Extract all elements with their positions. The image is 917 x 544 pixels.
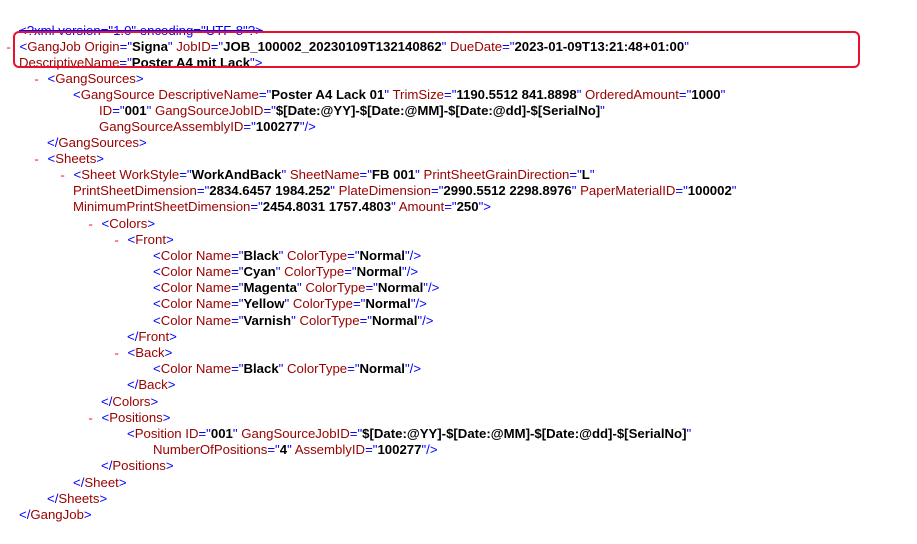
position-line: <Position ID="001" GangSourceJobID="$[Da… xyxy=(127,426,692,441)
positions-open-line: - <Positions> xyxy=(87,410,171,426)
front-close-line: </Front> xyxy=(127,329,177,344)
colors-close-line: </Colors> xyxy=(101,394,159,409)
gangsource-line: <GangSource DescriptiveName="Poster A4 L… xyxy=(73,87,726,102)
front-open-line: - <Front> xyxy=(113,232,174,248)
front-color-line: <Color Name="Black" ColorType="Normal"/> xyxy=(153,248,422,263)
collapse-toggle-gangsources[interactable]: - xyxy=(33,73,40,87)
sheets-close-line: </Sheets> xyxy=(47,491,108,506)
colors-open-line: - <Colors> xyxy=(87,216,156,232)
gangsources-close-line: </GangSources> xyxy=(47,135,147,150)
collapse-toggle-gangjob[interactable]: - xyxy=(5,41,12,55)
gangsource-line-cont: ID="001" GangSourceJobID="$[Date:@YY]-$[… xyxy=(99,103,605,118)
front-color-line: <Color Name="Magenta" ColorType="Normal"… xyxy=(153,280,440,295)
gangsources-open-line: - <GangSources> xyxy=(33,71,144,87)
sheet-close-line: </Sheet> xyxy=(73,475,127,490)
positions-close-line: </Positions> xyxy=(101,458,174,473)
position-line-cont: NumberOfPositions="4" AssemblyID="100277… xyxy=(153,442,438,457)
back-close-line: </Back> xyxy=(127,377,176,392)
collapse-toggle-sheet[interactable]: - xyxy=(59,169,66,183)
sheets-open-line: - <Sheets> xyxy=(33,151,104,167)
front-color-line: <Color Name="Yellow" ColorType="Normal"/… xyxy=(153,296,427,311)
sheet-open-line-cont: MinimumPrintSheetDimension="2454.8031 17… xyxy=(73,199,491,214)
collapse-toggle-front[interactable]: - xyxy=(113,234,120,248)
gangjob-close-line: </GangJob> xyxy=(19,507,92,522)
collapse-toggle-sheets[interactable]: - xyxy=(33,153,40,167)
front-color-line: <Color Name="Varnish" ColorType="Normal"… xyxy=(153,313,434,328)
sheet-open-line: - <Sheet WorkStyle="WorkAndBack" SheetNa… xyxy=(59,167,595,183)
collapse-toggle-positions[interactable]: - xyxy=(87,412,94,426)
gangsource-line-cont: GangSourceAssemblyID="100277"/> xyxy=(99,119,316,134)
back-open-line: - <Back> xyxy=(113,345,173,361)
highlight-annotation-box xyxy=(13,31,860,68)
collapse-toggle-colors[interactable]: - xyxy=(87,218,94,232)
back-color-line: <Color Name="Black" ColorType="Normal"/> xyxy=(153,361,422,376)
front-color-line: <Color Name="Cyan" ColorType="Normal"/> xyxy=(153,264,419,279)
collapse-toggle-back[interactable]: - xyxy=(113,347,120,361)
tag-name: GangSource xyxy=(80,87,155,102)
sheet-open-line-cont: PrintSheetDimension="2834.6457 1984.252"… xyxy=(73,183,737,198)
tag-name: GangSources xyxy=(55,71,136,86)
xml-tree-view: <?xml version="1.0" encoding="UTF-8"?> -… xyxy=(0,0,917,544)
